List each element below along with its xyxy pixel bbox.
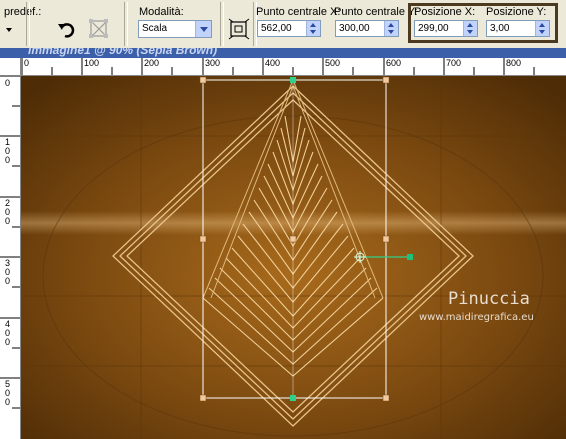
mode-label: Modalità: (139, 6, 184, 18)
ruler-ticks (21, 58, 535, 75)
position-x-value: 299,00 (418, 23, 449, 34)
center-handle-button[interactable] (228, 18, 250, 40)
center-y-field[interactable]: 300,00 (335, 20, 399, 37)
horizontal-ruler: 0 100 200 300 400 500 600 700 800 (20, 58, 566, 76)
ruler-label: 700 (446, 58, 462, 68)
tool-options-bar: predef.: Modalità: Scala Punto centrale … (0, 0, 566, 49)
position-x-field[interactable]: 299,00 (414, 20, 478, 37)
ruler-label: 100 (84, 58, 100, 68)
transform-button[interactable] (88, 18, 110, 40)
position-y-value: 3,00 (490, 23, 510, 34)
watermark-url: www.maidiregrafica.eu (419, 312, 534, 323)
spinner-arrows-icon[interactable] (463, 21, 477, 36)
toolbar-separator (124, 2, 128, 46)
ruler-label: 300 (5, 258, 11, 286)
spinner-arrows-icon[interactable] (384, 21, 398, 36)
ruler-label: 400 (5, 319, 11, 347)
reset-button[interactable] (56, 18, 78, 40)
image-canvas[interactable]: Pinuccia www.maidiregrafica.eu (21, 76, 566, 439)
chevron-down-icon (6, 28, 12, 32)
spinner-arrows-icon[interactable] (306, 21, 320, 36)
toolbar-separator (26, 2, 30, 46)
preset-dropdown[interactable] (2, 22, 16, 38)
ruler-label: 300 (205, 58, 221, 68)
ruler-label: 200 (144, 58, 160, 68)
rotate-icon (58, 23, 75, 38)
position-x-label: Posizione X: (414, 6, 476, 18)
ruler-label: 500 (325, 58, 341, 68)
center-x-label: Punto centrale X: (256, 6, 341, 18)
center-y-label: Punto centrale Y: (334, 6, 418, 18)
ruler-label: 500 (5, 379, 11, 407)
center-x-value: 562,00 (261, 23, 292, 34)
dropdown-arrow-icon (195, 21, 211, 37)
ruler-label: 600 (386, 58, 402, 68)
ruler-label: 100 (5, 137, 11, 165)
center-x-field[interactable]: 562,00 (257, 20, 321, 37)
vertical-ruler: 0 100 200 300 400 500 (0, 58, 21, 439)
mode-select[interactable]: Scala (138, 20, 212, 38)
mode-select-value: Scala (142, 23, 168, 34)
center-y-value: 300,00 (339, 23, 370, 34)
toolbar-separator (220, 2, 224, 46)
free-transform-icon (89, 19, 108, 38)
window-title: Immagine1 @ 90% (Sepia Brown) (28, 48, 218, 57)
ruler-label: 200 (5, 198, 11, 226)
ruler-label: 400 (265, 58, 281, 68)
preset-label: predef.: (4, 6, 42, 18)
ruler-label: 0 (24, 58, 30, 68)
ruler-label: 0 (5, 78, 11, 88)
pick-center-icon (228, 18, 250, 40)
ruler-label: 800 (506, 58, 522, 68)
canvas-artwork (21, 76, 566, 439)
position-y-label: Posizione Y: (486, 6, 547, 18)
spinner-arrows-icon[interactable] (535, 21, 549, 36)
watermark-name: Pinuccia (448, 289, 530, 309)
image-window-titlebar[interactable]: Immagine1 @ 90% (Sepia Brown) (0, 48, 566, 58)
position-y-field[interactable]: 3,00 (486, 20, 550, 37)
